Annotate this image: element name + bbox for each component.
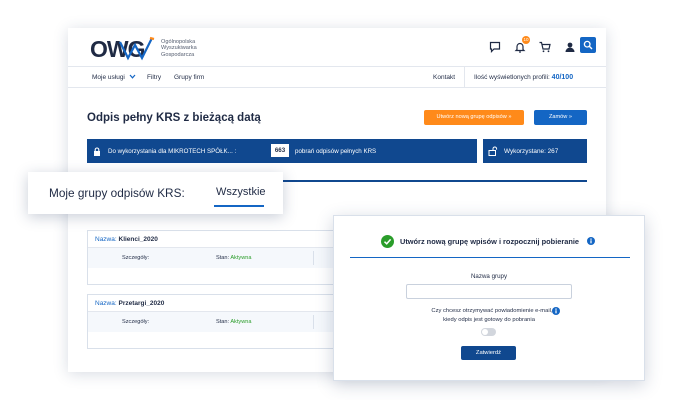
notify-question-line-1: Czy chcesz otrzymywać powiadomienie e-ma… <box>431 308 553 314</box>
tab-active-underline <box>214 205 264 207</box>
availability-count: 663 <box>271 144 289 157</box>
top-bar: OWG Ogólnopolska Wyszukiwarka Gospodarcz… <box>68 28 606 66</box>
search-button[interactable] <box>580 37 596 53</box>
create-group-modal: Utwórz nową grupę wpisów i rozpocznij po… <box>333 215 645 381</box>
group-separator <box>313 251 314 265</box>
used-bar: Wykorzystane: 267 <box>483 139 587 163</box>
tabs-divider <box>280 180 587 182</box>
profile-counter-label: Ilość wyświetlonych profili: <box>474 73 550 81</box>
nav-contact[interactable]: Kontakt <box>433 74 455 81</box>
nav-my-services-label: Moje usługi <box>92 74 125 81</box>
used-text: Wykorzystane: 267 <box>504 147 559 155</box>
group-name-label: Nazwa: <box>95 236 117 243</box>
tab-all[interactable]: Wszystkie <box>216 186 266 198</box>
user-icon[interactable] <box>564 40 576 52</box>
availability-text: Do wykorzystania dla MIKROTECH SPÓŁK... … <box>108 147 237 155</box>
modal-title: Utwórz nową grupę wpisów i rozpocznij po… <box>400 237 580 246</box>
group-name-input[interactable] <box>406 284 572 299</box>
nav-divider <box>464 67 465 88</box>
header-icons: 10 <box>489 36 576 53</box>
availability-bar: Do wykorzystania dla MIKROTECH SPÓŁK... … <box>87 139 477 163</box>
tagline-line-3: Gospodarcza <box>161 51 195 58</box>
group-details-label: Szczegóły: <box>122 319 150 325</box>
group-status-label: Stan: <box>216 255 230 261</box>
nav-company-groups[interactable]: Grupy firm <box>174 74 204 81</box>
info-icon[interactable] <box>587 237 595 245</box>
logo-tagline: Ogólnopolska Wyszukiwarka Gospodarcza <box>161 39 197 58</box>
nav-my-services[interactable]: Moje usługi <box>92 74 136 81</box>
check-circle-icon <box>381 235 394 248</box>
info-icon[interactable] <box>552 307 560 315</box>
group-separator <box>313 315 314 329</box>
groups-tabs-title: Moje grupy odpisów KRS: <box>49 186 185 200</box>
group-status: Stan: Aktywna <box>216 255 251 261</box>
group-name-field-label: Nazwa grupy <box>470 273 508 280</box>
unlock-icon <box>488 146 498 156</box>
group-name: Przetargi_2020 <box>118 300 165 307</box>
group-details-label: Szczegóły: <box>122 255 150 261</box>
cart-icon[interactable] <box>539 40 551 53</box>
bell-icon[interactable]: 10 <box>514 36 530 53</box>
create-group-button[interactable]: Utwórz nową grupę odpisów » <box>424 110 524 125</box>
search-icon <box>583 40 593 50</box>
lock-icon <box>94 147 100 156</box>
profile-counter: Ilość wyświetlonych profili: 40/100 <box>474 74 573 81</box>
group-name: Klienci_2020 <box>118 236 158 243</box>
profile-counter-value: 40/100 <box>551 73 574 81</box>
tagline-line-2: Wyszukiwarka <box>161 45 197 52</box>
chevron-down-icon <box>129 74 136 79</box>
availability-suffix: pobrań odpisów pełnych KRS <box>295 147 377 155</box>
group-status-label: Stan: <box>216 319 230 325</box>
chat-icon[interactable] <box>489 40 501 53</box>
main-nav: Moje usługi Filtry Grupy firm Kontakt Il… <box>68 66 606 88</box>
toggle-knob <box>482 329 488 335</box>
groups-tabs-card: Moje grupy odpisów KRS: Wszystkie <box>28 172 283 214</box>
page-title: Odpis pełny KRS z bieżącą datą <box>87 112 261 124</box>
order-button[interactable]: Zamów » <box>534 110 587 125</box>
notification-badge: 10 <box>522 36 530 44</box>
group-status-value: Aktywna <box>230 255 252 261</box>
submit-button[interactable]: Zatwierdź <box>461 346 516 360</box>
group-status: Stan: Aktywna <box>216 319 251 325</box>
group-status-value: Aktywna <box>230 319 252 325</box>
modal-divider <box>350 257 630 258</box>
notify-question-line-2: kiedy odpis jest gotowy do pobrania <box>443 317 535 323</box>
email-notification-toggle[interactable] <box>481 328 496 336</box>
nav-filters[interactable]: Filtry <box>147 74 161 81</box>
group-name-label: Nazwa: <box>95 300 117 307</box>
